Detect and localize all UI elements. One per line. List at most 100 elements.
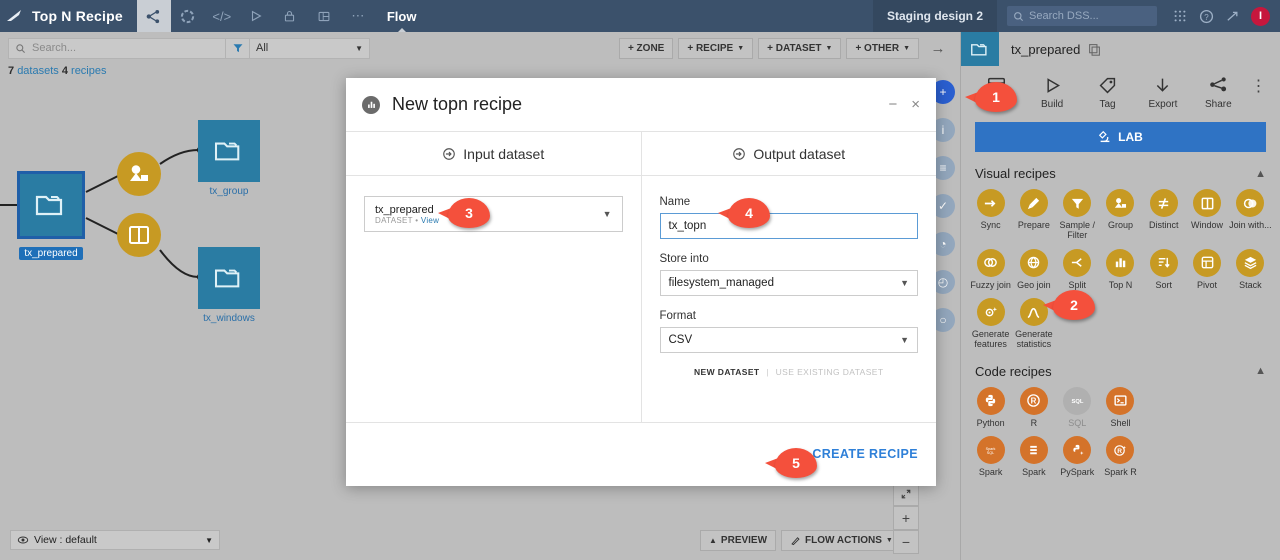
fuzzy-join-icon <box>976 248 1005 277</box>
name-input-value: tx_topn <box>668 220 707 232</box>
datasets-link[interactable]: datasets <box>17 65 59 77</box>
details-icon-glyph: ≡ <box>939 161 947 175</box>
dataset-circle-icon[interactable] <box>171 0 205 32</box>
right-panel-header: tx_prepared <box>961 32 1280 66</box>
topn-bars-icon <box>1106 248 1135 277</box>
flow-actions-button[interactable]: FLOW ACTIONS ▼ <box>781 530 902 551</box>
view-select[interactable]: View : default ▼ <box>10 530 220 550</box>
flow-node-tx-prepared[interactable]: tx_prepared <box>17 171 85 261</box>
code-icon[interactable]: </> <box>205 0 239 32</box>
recipes-link[interactable]: recipes <box>71 65 106 77</box>
add-other-button[interactable]: + OTHER ▼ <box>846 37 919 59</box>
recipe-r[interactable]: R R <box>1012 386 1055 428</box>
recipe-window[interactable]: Window <box>1185 189 1228 241</box>
recipe-spark-r[interactable]: R Spark R <box>1099 436 1142 477</box>
recipe-stack[interactable]: Stack <box>1229 248 1272 290</box>
new-dataset-tab[interactable]: NEW DATASET <box>694 367 759 377</box>
recipe-shell[interactable]: Shell <box>1099 386 1142 428</box>
jobs-lock-icon[interactable] <box>273 0 307 32</box>
recipe-group[interactable]: Group <box>1099 189 1142 241</box>
recipe-prepare[interactable]: Prepare <box>1012 189 1055 241</box>
tab-flow[interactable]: Flow <box>387 9 417 24</box>
recipe-spark-scala[interactable]: Spark <box>1012 436 1055 477</box>
visual-recipes-header[interactable]: Visual recipes ▲ <box>961 152 1280 189</box>
recipe-pyspark[interactable]: PySpark <box>1056 436 1099 477</box>
chevron-up-icon[interactable]: ▲ <box>1255 365 1266 377</box>
spark-sql-icon: Spark SQL <box>976 436 1005 465</box>
flow-node-tx-windows[interactable]: tx_windows <box>198 247 260 324</box>
build-button[interactable]: Build <box>1024 76 1079 110</box>
kebab-menu-icon[interactable]: ⋮ <box>1246 76 1272 96</box>
flow-node-tx-group[interactable]: tx_group <box>198 120 260 197</box>
dataiku-logo-icon[interactable] <box>0 8 28 24</box>
recipe-python[interactable]: Python <box>969 386 1012 428</box>
recipe-fuzzy-join[interactable]: Fuzzy join <box>969 248 1012 290</box>
recipe-sort[interactable]: Sort <box>1142 248 1185 290</box>
tag-button[interactable]: Tag <box>1080 76 1135 110</box>
input-dataset-view-link[interactable]: View <box>421 216 439 225</box>
recipe-join-with[interactable]: Join with... <box>1229 189 1272 241</box>
filter-icon[interactable] <box>226 37 250 59</box>
status-check-icon-glyph: ✓ <box>937 199 949 213</box>
recipe-sync[interactable]: Sync <box>969 189 1012 241</box>
avatar[interactable]: I <box>1251 6 1270 26</box>
close-icon[interactable]: × <box>911 96 920 113</box>
topn-recipe-icon <box>362 95 380 114</box>
minimize-icon[interactable]: − <box>888 96 897 113</box>
recipe-split[interactable]: Split <box>1056 248 1099 290</box>
project-name[interactable]: Staging design 2 <box>872 0 997 32</box>
trending-icon[interactable] <box>1219 9 1245 24</box>
store-into-label: Store into <box>659 253 709 265</box>
lab-button[interactable]: LAB <box>975 122 1266 152</box>
use-existing-dataset-tab[interactable]: USE EXISTING DATASET <box>776 367 884 377</box>
output-arrow-icon <box>733 147 746 160</box>
output-dataset-header-label: Output dataset <box>753 145 846 162</box>
preview-button[interactable]: ▲ PREVIEW <box>700 530 777 551</box>
help-icon[interactable]: ? <box>1193 9 1219 24</box>
flow-icon[interactable] <box>136 0 171 32</box>
run-icon[interactable] <box>239 0 273 32</box>
zoom-controls: + − <box>893 482 919 554</box>
recipe-sql[interactable]: SQL SQL <box>1056 386 1099 428</box>
recipe-generate-statistics[interactable]: Generate statistics <box>1012 298 1055 350</box>
recipe-sample-filter[interactable]: Sample / Filter <box>1056 189 1099 241</box>
share-button[interactable]: Share <box>1191 76 1246 110</box>
store-into-select[interactable]: filesystem_managed ▼ <box>659 270 918 296</box>
flow-search-input[interactable]: Search... <box>8 37 226 59</box>
dashboard-grid-icon[interactable] <box>307 0 341 32</box>
recipe-pivot[interactable]: Pivot <box>1185 248 1228 290</box>
code-recipes-header[interactable]: Code recipes ▲ <box>961 350 1280 387</box>
add-dataset-label: + DATASET <box>767 42 822 54</box>
create-recipe-button[interactable]: CREATE RECIPE <box>812 447 918 461</box>
apps-grid-icon[interactable] <box>1167 9 1193 23</box>
more-icon[interactable]: ⋯ <box>341 0 375 32</box>
chevron-up-icon[interactable]: ▲ <box>1255 168 1266 180</box>
add-zone-button[interactable]: + ZONE <box>618 37 674 59</box>
input-dataset-select[interactable]: tx_prepared DATASET • View ▼ <box>364 196 623 232</box>
zoom-out-button[interactable]: − <box>893 530 919 554</box>
recipe-geo-join[interactable]: Geo join <box>1012 248 1055 290</box>
prepare-broom-icon <box>1019 189 1048 217</box>
flow-bottom-actions: ▲ PREVIEW FLOW ACTIONS ▼ <box>700 530 902 551</box>
add-icon-glyph: + <box>939 85 947 99</box>
add-dataset-button[interactable]: + DATASET ▼ <box>758 37 842 59</box>
format-select[interactable]: CSV ▼ <box>659 327 918 353</box>
name-input[interactable]: tx_topn <box>659 213 918 239</box>
copy-icon[interactable] <box>1088 43 1101 56</box>
search-dss-input[interactable]: Search DSS... <box>1007 6 1157 26</box>
dataset-folder-icon <box>198 120 260 182</box>
recipe-spark-sql[interactable]: Spark SQL Spark <box>969 436 1012 477</box>
recipe-top-n[interactable]: Top N <box>1099 248 1142 290</box>
export-button[interactable]: Export <box>1135 76 1190 110</box>
recipe-generate-features[interactable]: Generate features <box>969 298 1012 350</box>
zoom-in-button[interactable]: + <box>893 506 919 530</box>
recipe-label: Generate features <box>971 329 1010 350</box>
arrow-right-icon[interactable]: → <box>924 40 952 57</box>
recipe-distinct[interactable]: Distinct <box>1142 189 1185 241</box>
flow-node-group-recipe[interactable] <box>117 152 161 196</box>
add-recipe-button[interactable]: + RECIPE ▼ <box>678 37 754 59</box>
explore-button[interactable]: Explore <box>969 76 1024 110</box>
filter-select[interactable]: All ▼ <box>250 37 370 59</box>
flow-node-window-recipe[interactable] <box>117 213 161 257</box>
flow-node-label: tx_windows <box>203 313 255 324</box>
